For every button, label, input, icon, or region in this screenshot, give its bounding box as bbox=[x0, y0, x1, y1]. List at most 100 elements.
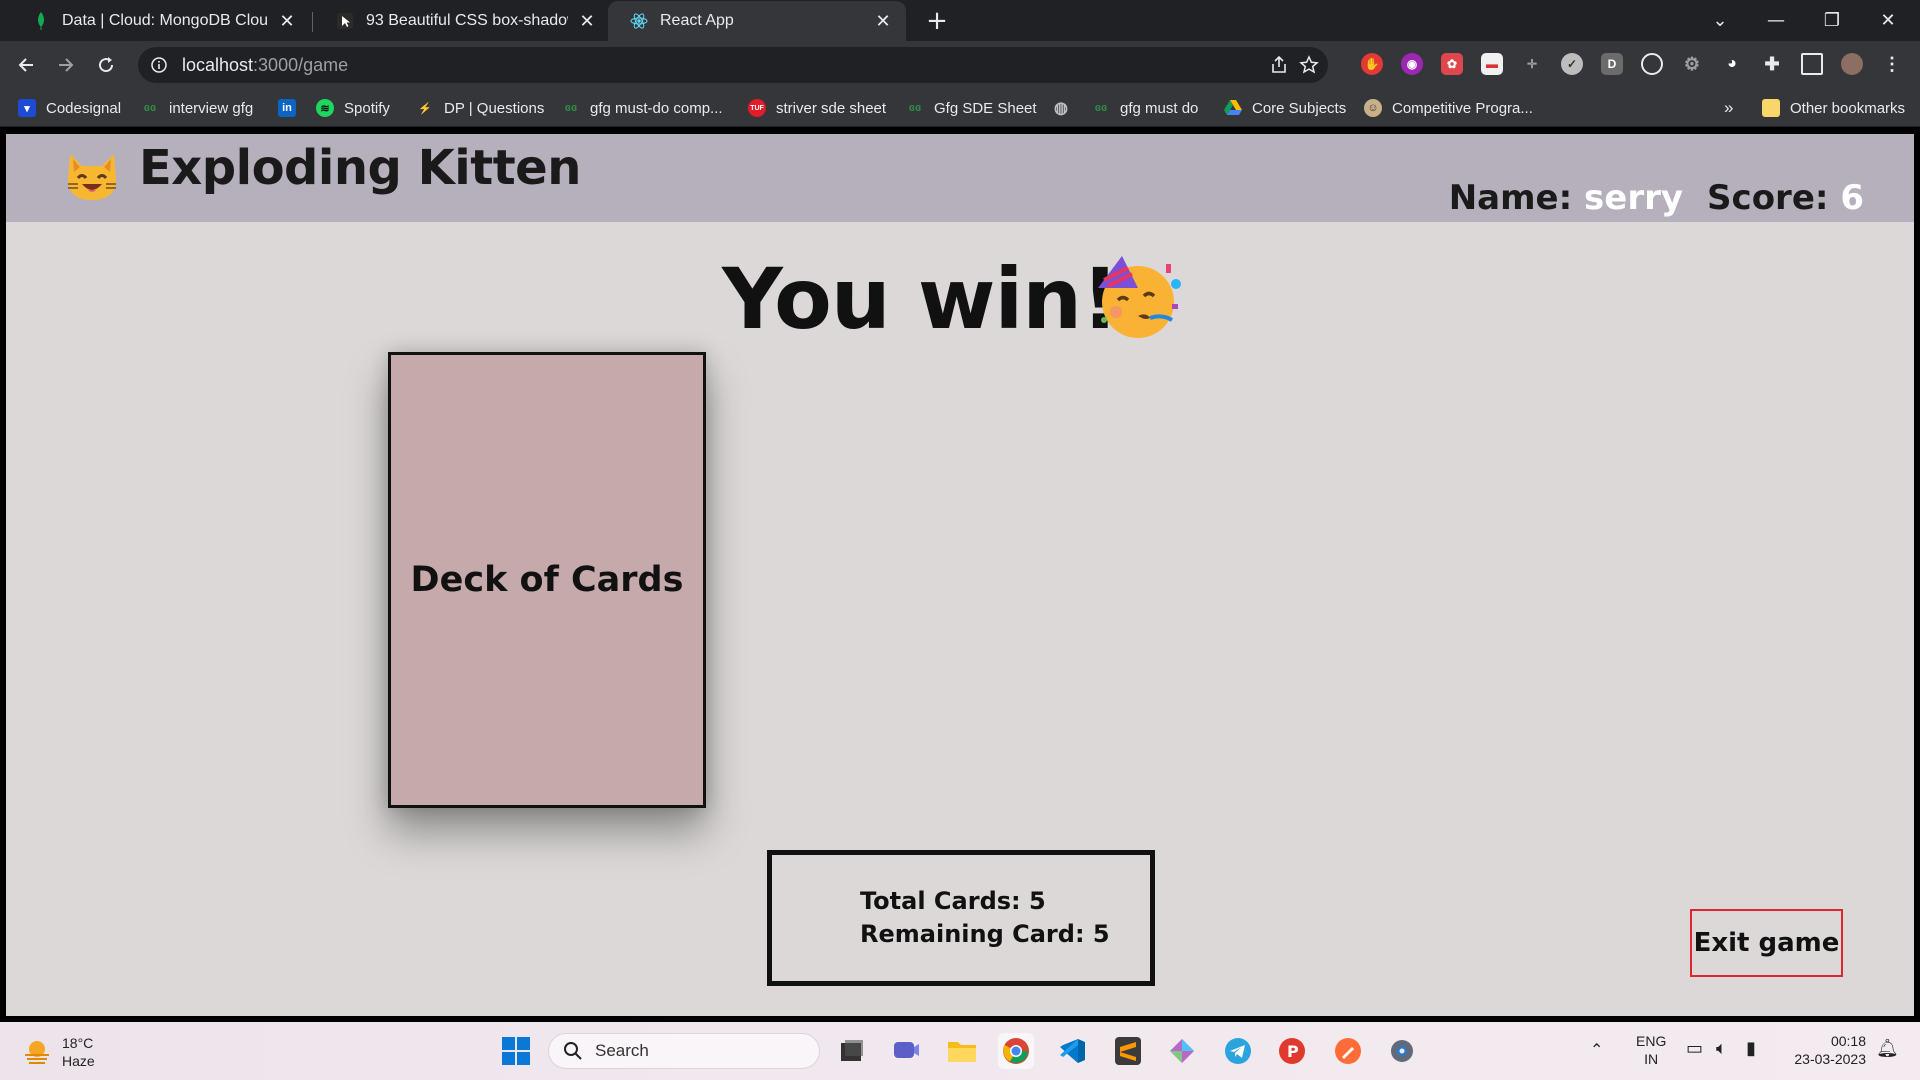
score-value: 6 bbox=[1840, 178, 1864, 218]
region-code: IN bbox=[1644, 1051, 1659, 1067]
bookmark-star-icon[interactable] bbox=[1298, 54, 1320, 76]
browser-tab-strip: Data | Cloud: MongoDB Cloud ✕ 93 Beautif… bbox=[0, 0, 1920, 41]
cp-icon: ☺ bbox=[1364, 99, 1382, 117]
new-tab-button[interactable]: + bbox=[922, 6, 952, 36]
bookmark-label: striver sde sheet bbox=[776, 99, 887, 117]
bookmark-gfg-must-do-comp[interactable]: ɞɞ gfg must-do comp... bbox=[562, 96, 723, 120]
notification-bell-icon[interactable]: 🔔︎ bbox=[1876, 1038, 1899, 1059]
spotify-icon: ≋ bbox=[316, 99, 334, 117]
bookmark-dp-questions[interactable]: ⚡ DP | Questions bbox=[416, 96, 544, 120]
bookmark-gfg-sde-sheet[interactable]: ɞɞ Gfg SDE Sheet bbox=[906, 96, 1037, 120]
teams-chat-icon[interactable] bbox=[888, 1033, 924, 1069]
extension-check-icon[interactable]: ✓ bbox=[1561, 53, 1583, 75]
bookmark-label: Core Subjects bbox=[1252, 99, 1347, 117]
bookmark-interview-gfg[interactable]: ɞɞ interview gfg bbox=[141, 96, 253, 120]
tab-css-box-shadow[interactable]: 93 Beautiful CSS box-shadow exa ✕ bbox=[314, 1, 610, 41]
tab-separator bbox=[312, 12, 313, 32]
git-client-icon[interactable] bbox=[1164, 1033, 1200, 1069]
extension-d-icon[interactable]: D bbox=[1601, 53, 1623, 75]
react-icon bbox=[630, 12, 648, 30]
chevron-up-icon[interactable]: ⌃ bbox=[1590, 1040, 1603, 1060]
extension-settings-icon[interactable]: ⚙ bbox=[1681, 53, 1703, 75]
sublime-text-icon[interactable] bbox=[1110, 1033, 1146, 1069]
bookmark-label: Spotify bbox=[344, 99, 390, 117]
search-icon bbox=[564, 1042, 582, 1060]
tab-search-icon[interactable]: ⌄ bbox=[1692, 0, 1748, 41]
task-view-icon[interactable] bbox=[834, 1033, 870, 1069]
bookmark-label: Other bookmarks bbox=[1790, 99, 1906, 117]
score-label: Score: bbox=[1707, 178, 1829, 218]
url-path: :3000/game bbox=[253, 54, 349, 75]
svg-text:P: P bbox=[1287, 1042, 1299, 1061]
tab-react-app[interactable]: React App ✕ bbox=[608, 1, 906, 41]
bookmark-gfg-must-do[interactable]: ɞɞ gfg must do bbox=[1092, 96, 1199, 120]
cat-face-icon bbox=[68, 154, 116, 200]
clock[interactable]: 00:18 23-03-2023 bbox=[1786, 1032, 1866, 1068]
postman-rocket-icon[interactable] bbox=[1330, 1033, 1366, 1069]
bookmark-label: DP | Questions bbox=[444, 99, 545, 117]
mongodb-leaf-icon bbox=[32, 12, 50, 30]
extension-gift-icon[interactable]: ✿ bbox=[1441, 53, 1463, 75]
back-button[interactable] bbox=[10, 49, 42, 81]
file-explorer-icon[interactable] bbox=[944, 1033, 980, 1069]
bookmarks-overflow-button[interactable]: » bbox=[1724, 96, 1733, 120]
side-panel-icon[interactable] bbox=[1801, 53, 1823, 75]
tab-mongodb[interactable]: Data | Cloud: MongoDB Cloud ✕ bbox=[10, 1, 310, 41]
forward-button[interactable] bbox=[50, 49, 82, 81]
site-info-icon[interactable] bbox=[150, 56, 168, 74]
extensions-puzzle-icon[interactable]: ✚ bbox=[1761, 53, 1783, 75]
extension-move-icon[interactable]: ✛ bbox=[1521, 53, 1543, 75]
tab-title: Data | Cloud: MongoDB Cloud bbox=[62, 12, 268, 29]
bookmark-striver-sde-sheet[interactable]: TUF striver sde sheet bbox=[748, 96, 886, 120]
deck-of-cards[interactable]: Deck of Cards bbox=[388, 352, 706, 808]
battery-icon[interactable]: ▮ bbox=[1746, 1038, 1756, 1059]
name-label: Name: bbox=[1448, 178, 1573, 218]
weather-widget[interactable]: 18°C Haze bbox=[22, 1034, 95, 1070]
clock-time: 00:18 bbox=[1830, 1033, 1866, 1049]
postman-icon[interactable]: P bbox=[1274, 1033, 1310, 1069]
gfg-icon: ɞɞ bbox=[1094, 102, 1108, 114]
bookmark-spotify[interactable]: ≋ Spotify bbox=[316, 96, 390, 120]
language-indicator[interactable]: ENG IN bbox=[1636, 1032, 1666, 1068]
extension-leetcode-icon[interactable]: ◉ bbox=[1401, 53, 1423, 75]
close-window-button[interactable]: ✕ bbox=[1860, 0, 1916, 41]
app-title: Exploding Kitten bbox=[139, 140, 581, 196]
reload-button[interactable] bbox=[90, 49, 122, 81]
bookmark-linkedin[interactable]: in bbox=[278, 96, 306, 120]
dp-icon: ⚡ bbox=[418, 102, 432, 115]
network-icon[interactable]: ▭ bbox=[1686, 1038, 1703, 1059]
extension-messenger-icon[interactable]: ◕ bbox=[1721, 53, 1743, 75]
bookmark-competitive-programming[interactable]: ☺ Competitive Progra... bbox=[1364, 96, 1533, 120]
exit-game-button[interactable]: Exit game bbox=[1690, 909, 1843, 977]
language-code: ENG bbox=[1636, 1033, 1667, 1049]
bookmark-label: Codesignal bbox=[46, 99, 122, 117]
google-drive-icon bbox=[1224, 99, 1242, 117]
settings-gear-icon[interactable] bbox=[1384, 1033, 1420, 1069]
telegram-icon[interactable] bbox=[1220, 1033, 1256, 1069]
close-icon[interactable]: ✕ bbox=[576, 10, 598, 32]
bookmark-core-subjects[interactable]: Core Subjects bbox=[1224, 96, 1346, 120]
chrome-icon[interactable] bbox=[998, 1033, 1034, 1069]
share-icon[interactable] bbox=[1268, 54, 1290, 76]
bookmark-globe[interactable]: ◍ bbox=[1052, 96, 1080, 120]
bookmark-codesignal[interactable]: ▾ Codesignal bbox=[18, 96, 121, 120]
vscode-icon[interactable] bbox=[1054, 1033, 1090, 1069]
extension-calendar-icon[interactable]: ▬ bbox=[1481, 53, 1503, 75]
extension-meter-icon[interactable] bbox=[1641, 53, 1663, 75]
extension-hand-icon[interactable]: ✋ bbox=[1361, 53, 1383, 75]
close-icon[interactable]: ✕ bbox=[872, 10, 894, 32]
remaining-cards: Remaining Card: 5 bbox=[860, 920, 1110, 948]
other-bookmarks[interactable]: Other bookmarks bbox=[1762, 96, 1905, 120]
volume-icon[interactable]: 🔈︎ bbox=[1716, 1038, 1727, 1059]
start-button[interactable] bbox=[498, 1033, 534, 1069]
restore-button[interactable]: ❐ bbox=[1804, 0, 1860, 41]
search-placeholder: Search bbox=[595, 1041, 649, 1060]
address-bar[interactable]: localhost:3000/game bbox=[138, 47, 1328, 83]
reload-icon bbox=[99, 57, 114, 73]
kebab-menu-icon[interactable]: ⋮ bbox=[1881, 53, 1903, 75]
taskbar-search[interactable]: Search bbox=[548, 1033, 820, 1069]
tab-title: 93 Beautiful CSS box-shadow exa bbox=[366, 12, 568, 29]
close-icon[interactable]: ✕ bbox=[276, 10, 298, 32]
profile-avatar-icon[interactable] bbox=[1841, 53, 1863, 75]
minimize-button[interactable]: — bbox=[1748, 0, 1804, 41]
